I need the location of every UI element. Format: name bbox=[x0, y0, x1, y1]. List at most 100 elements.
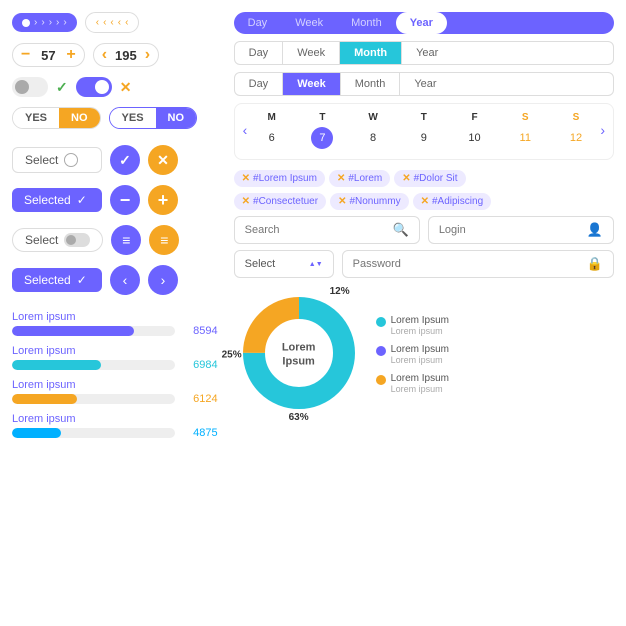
search-field[interactable]: 🔍 bbox=[234, 216, 420, 244]
cal-next[interactable]: › bbox=[600, 122, 605, 138]
tab-month-3[interactable]: Month bbox=[341, 73, 401, 95]
menu-icon-button-2[interactable]: ≡ bbox=[149, 225, 179, 255]
tag-remove-4[interactable]: ✕ bbox=[242, 196, 250, 207]
tag-dolor[interactable]: ✕ #Dolor Sit bbox=[394, 170, 465, 187]
selected-toggle-label: Selected bbox=[24, 273, 71, 287]
checkmark-icon-1: ✓ bbox=[56, 79, 68, 96]
select-button-1[interactable]: Select bbox=[12, 147, 102, 173]
tag-remove-2[interactable]: ✕ bbox=[337, 173, 345, 184]
plus-circle-button[interactable]: + bbox=[148, 185, 178, 215]
tag-remove-3[interactable]: ✕ bbox=[402, 173, 410, 184]
yes-button-2[interactable]: YES bbox=[110, 108, 156, 128]
tab-day-2[interactable]: Day bbox=[235, 42, 284, 64]
progress-fill-2 bbox=[12, 360, 101, 370]
stepper2-right[interactable]: › bbox=[145, 47, 150, 63]
password-field[interactable]: 🔒 bbox=[342, 250, 614, 278]
tab-week-3[interactable]: Week bbox=[283, 73, 341, 95]
tab-group-2[interactable]: Day Week Month Year bbox=[234, 41, 614, 65]
search-icon: 🔍 bbox=[393, 222, 409, 238]
stepper-plus[interactable]: + bbox=[66, 47, 75, 63]
tab-month-1[interactable]: Month bbox=[337, 12, 396, 34]
login-input[interactable] bbox=[439, 224, 581, 236]
progress-bar-4: Lorem ipsum 4875 bbox=[12, 413, 218, 439]
tab-day-1[interactable]: Day bbox=[234, 12, 282, 34]
pct-label-12: 12% bbox=[330, 286, 350, 297]
tag-consectetuer[interactable]: ✕ #Consectetuer bbox=[234, 193, 326, 210]
no-button-2[interactable]: NO bbox=[156, 108, 197, 128]
tab-group-1[interactable]: Day Week Month Year bbox=[234, 12, 614, 34]
stepper-1[interactable]: − 57 + bbox=[12, 43, 85, 67]
cal-label-s1: S bbox=[501, 110, 550, 125]
progress-value-4: 4875 bbox=[183, 427, 218, 439]
progress-track-2 bbox=[12, 360, 175, 370]
tab-day-3[interactable]: Day bbox=[235, 73, 284, 95]
tag-lorem-ipsum[interactable]: ✕ #Lorem Ipsum bbox=[234, 170, 325, 187]
pagination-outline[interactable]: ‹ ‹ ‹ ‹ ‹ bbox=[85, 12, 140, 33]
tab-group-3[interactable]: Day Week Month Year bbox=[234, 72, 614, 96]
tab-year-2[interactable]: Year bbox=[402, 42, 452, 64]
password-input[interactable] bbox=[353, 258, 581, 270]
cross-circle-button[interactable]: ✕ bbox=[148, 145, 178, 175]
toggle-switch-off[interactable] bbox=[12, 77, 48, 97]
login-field[interactable]: 👤 bbox=[428, 216, 614, 244]
tab-year-3[interactable]: Year bbox=[400, 73, 450, 95]
select-dropdown[interactable]: Select ▲▼ bbox=[234, 250, 334, 278]
tag-nonummy[interactable]: ✕ #Nonummy bbox=[330, 193, 409, 210]
tab-year-1[interactable]: Year bbox=[396, 12, 447, 34]
selected-check-icon: ✓ bbox=[77, 193, 87, 207]
left-arrow-button[interactable]: ‹ bbox=[110, 265, 140, 295]
toggle-off-1[interactable] bbox=[12, 77, 48, 97]
stepper2-left[interactable]: ‹ bbox=[102, 47, 107, 63]
pagination-filled[interactable]: › › › › › bbox=[12, 13, 77, 32]
tag-adipiscing[interactable]: ✕ #Adipiscing bbox=[413, 193, 492, 210]
tag-remove-5[interactable]: ✕ bbox=[338, 196, 346, 207]
cal-day-7[interactable]: 7 bbox=[311, 127, 333, 149]
cal-day-12[interactable]: 12 bbox=[565, 127, 587, 149]
legend-dot-1 bbox=[376, 317, 386, 327]
tab-month-2[interactable]: Month bbox=[340, 42, 402, 64]
tag-remove-1[interactable]: ✕ bbox=[242, 173, 250, 184]
select-toggle-label: Select bbox=[25, 233, 58, 247]
yesno-group-1[interactable]: YES NO bbox=[12, 107, 101, 129]
cal-label-t1: T bbox=[298, 110, 347, 125]
cal-day-10[interactable]: 10 bbox=[464, 127, 486, 149]
cross-icon-1: ✕ bbox=[120, 79, 132, 96]
tag-text-1: #Lorem Ipsum bbox=[253, 173, 317, 184]
toggle-switch-on[interactable] bbox=[76, 77, 112, 97]
cal-day-11[interactable]: 11 bbox=[514, 127, 536, 149]
tag-text-4: #Consectetuer bbox=[253, 196, 318, 207]
progress-value-1: 8594 bbox=[183, 325, 218, 337]
legend-text-2: Lorem Ipsum bbox=[391, 344, 449, 355]
cal-label-s2: S bbox=[552, 110, 601, 125]
no-button-1[interactable]: NO bbox=[59, 108, 100, 128]
progress-label-3: Lorem ipsum bbox=[12, 379, 218, 391]
legend-sub-2: Lorem ipsum bbox=[391, 355, 449, 365]
legend-sub-1: Lorem ipsum bbox=[391, 326, 449, 336]
yes-button-1[interactable]: YES bbox=[13, 108, 59, 128]
tag-lorem[interactable]: ✕ #Lorem bbox=[329, 170, 390, 187]
select-toggle-button[interactable]: Select bbox=[12, 228, 103, 252]
tab-week-1[interactable]: Week bbox=[281, 12, 337, 34]
cal-day-6[interactable]: 6 bbox=[261, 127, 283, 149]
tab-week-2[interactable]: Week bbox=[283, 42, 340, 64]
tag-text-2: #Lorem bbox=[348, 173, 382, 184]
stepper-minus[interactable]: − bbox=[21, 47, 30, 63]
search-input[interactable] bbox=[245, 224, 387, 236]
minus-circle-button[interactable]: − bbox=[110, 185, 140, 215]
input-row-2: Select ▲▼ 🔒 bbox=[234, 250, 614, 278]
menu-icon-button-1[interactable]: ≡ bbox=[111, 225, 141, 255]
right-arrow-button[interactable]: › bbox=[148, 265, 178, 295]
tag-remove-6[interactable]: ✕ bbox=[421, 196, 429, 207]
check-circle-button[interactable]: ✓ bbox=[110, 145, 140, 175]
stepper-2[interactable]: ‹ 195 › bbox=[93, 43, 159, 67]
selected-button-1[interactable]: Selected ✓ bbox=[12, 188, 102, 212]
cal-label-m: M bbox=[247, 110, 296, 125]
donut-chart: 12% 25% 63% Lorem Ipsum bbox=[234, 288, 364, 421]
cal-day-9[interactable]: 9 bbox=[413, 127, 435, 149]
progress-label-4: Lorem ipsum bbox=[12, 413, 218, 425]
pct-label-25: 25% bbox=[222, 349, 242, 360]
yesno-group-2[interactable]: YES NO bbox=[109, 107, 198, 129]
selected-toggle-button[interactable]: Selected ✓ bbox=[12, 268, 102, 292]
cal-label-w: W bbox=[349, 110, 398, 125]
cal-day-8[interactable]: 8 bbox=[362, 127, 384, 149]
